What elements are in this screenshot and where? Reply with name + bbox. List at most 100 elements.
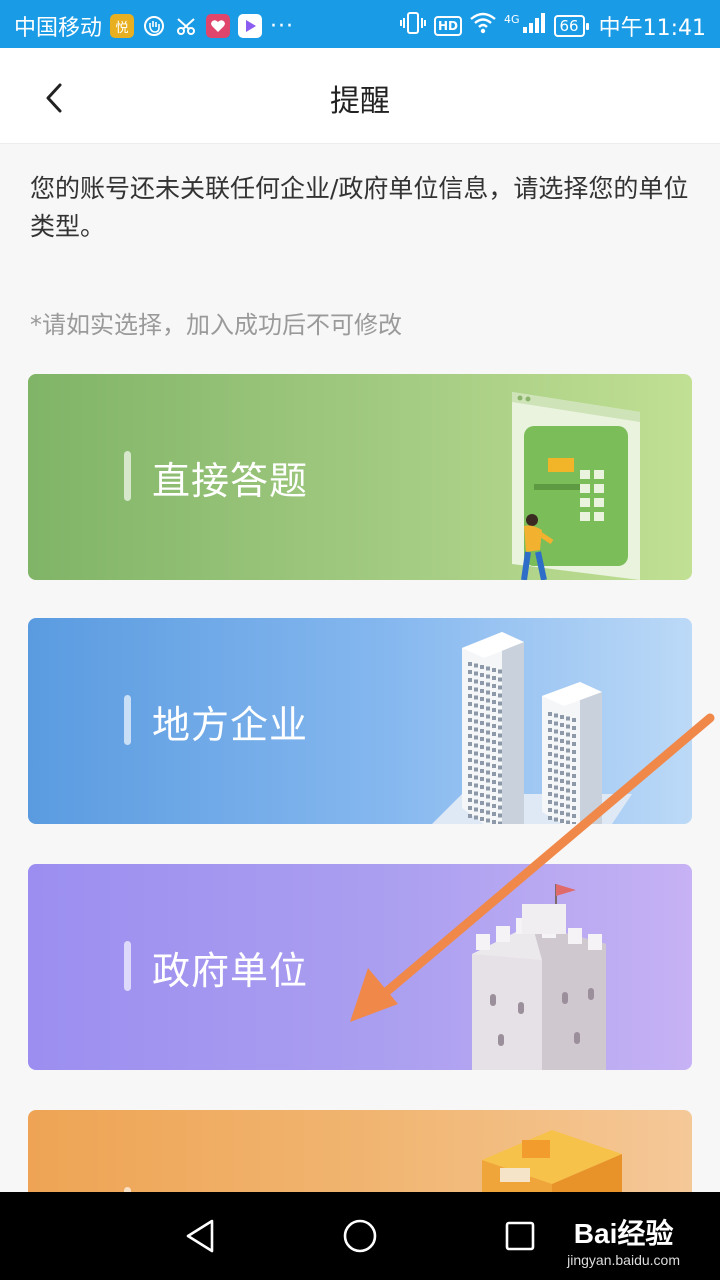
building-window — [492, 668, 496, 672]
recents-square-icon — [505, 1221, 535, 1251]
building-window — [492, 708, 496, 712]
building-window — [554, 753, 558, 758]
building-window — [566, 740, 570, 745]
building-window — [566, 812, 570, 817]
nav-recents-button[interactable] — [496, 1212, 544, 1260]
building-window — [486, 674, 490, 679]
building-window — [492, 740, 496, 744]
building-window — [498, 693, 502, 698]
option-card-local-enterprise[interactable]: 地方企业 — [28, 618, 692, 824]
building-window — [486, 802, 490, 807]
building-window — [486, 786, 490, 791]
building-window — [566, 796, 570, 801]
building-window — [480, 817, 484, 821]
building-window — [548, 760, 552, 764]
card-label: 直接答题 — [152, 459, 309, 503]
building-window — [486, 778, 490, 783]
page-title: 提醒 — [330, 84, 390, 119]
watermark-url: jingyan.baidu.com — [567, 1252, 680, 1268]
option-card-government-unit[interactable]: 政府单位 — [28, 864, 692, 1070]
building-window — [474, 775, 478, 780]
building-window — [480, 665, 484, 669]
building-window — [560, 819, 564, 823]
building-window — [560, 715, 564, 719]
building-window — [480, 721, 484, 725]
building-window — [498, 685, 502, 690]
building-window — [548, 712, 552, 716]
building-window — [486, 754, 490, 759]
building-window — [554, 777, 558, 782]
building-window — [492, 796, 496, 800]
building-window — [480, 681, 484, 685]
building-window — [468, 718, 472, 722]
vibrate-icon — [399, 11, 426, 41]
building-window — [474, 807, 478, 812]
building-window — [474, 703, 478, 708]
title-bar: 提醒 — [0, 48, 720, 144]
building-window — [468, 686, 472, 690]
building-window — [498, 717, 502, 722]
building-window — [474, 783, 478, 788]
nav-home-button[interactable] — [336, 1212, 384, 1260]
building-window — [566, 764, 570, 769]
building-window — [480, 785, 484, 789]
building-window — [492, 780, 496, 784]
building-window — [548, 776, 552, 780]
building-window — [566, 788, 570, 793]
building-window — [572, 798, 576, 802]
wifi-icon — [470, 12, 496, 40]
building-window — [560, 779, 564, 783]
building-window — [474, 815, 478, 820]
building-window — [474, 679, 478, 684]
building-window — [468, 694, 472, 698]
building-window — [468, 790, 472, 794]
building-window — [486, 746, 490, 751]
building-window — [548, 720, 552, 724]
building-window — [498, 805, 502, 810]
building-window — [548, 808, 552, 812]
building-window — [474, 727, 478, 732]
building-window — [474, 711, 478, 716]
hd-badge: HD — [433, 16, 462, 36]
option-card-direct-answer[interactable]: 直接答题 — [28, 374, 692, 580]
network-type-label: 4G — [503, 12, 520, 26]
building-window — [486, 762, 490, 767]
building-window — [554, 817, 558, 822]
building-window — [468, 798, 472, 802]
building-window — [554, 761, 558, 766]
home-circle-icon — [343, 1219, 377, 1253]
building-window — [560, 723, 564, 727]
building-window — [560, 811, 564, 815]
building-window — [498, 765, 502, 770]
building-window — [480, 697, 484, 701]
building-window — [572, 774, 576, 778]
building-window — [468, 734, 472, 738]
building-window — [480, 753, 484, 757]
building-window — [492, 684, 496, 688]
carrier-label: 中国移动 — [14, 16, 103, 41]
building-window — [486, 666, 490, 671]
building-window — [474, 767, 478, 772]
building-window — [480, 673, 484, 677]
card-accent-bar — [124, 941, 131, 991]
building-window — [560, 747, 564, 751]
building-window — [548, 768, 552, 772]
building-window — [566, 716, 570, 721]
building-window — [572, 758, 576, 762]
building-window — [492, 676, 496, 680]
building-window — [554, 769, 558, 774]
building-window — [498, 741, 502, 746]
building-window — [498, 797, 502, 802]
watermark-logo: Bai经验 — [573, 1218, 674, 1249]
building-window — [498, 669, 502, 674]
system-navigation-bar: Bai经验 jingyan.baidu.com — [0, 1192, 720, 1280]
quiz-screen-illustration — [512, 392, 640, 580]
card-accent-bar — [124, 695, 131, 745]
building-window — [566, 748, 570, 753]
building-window — [474, 735, 478, 740]
nav-back-button[interactable] — [176, 1212, 224, 1260]
building-window — [548, 784, 552, 788]
building-window — [474, 671, 478, 676]
office-buildings-illustration — [432, 632, 632, 824]
castle-tower-illustration — [472, 884, 606, 1070]
